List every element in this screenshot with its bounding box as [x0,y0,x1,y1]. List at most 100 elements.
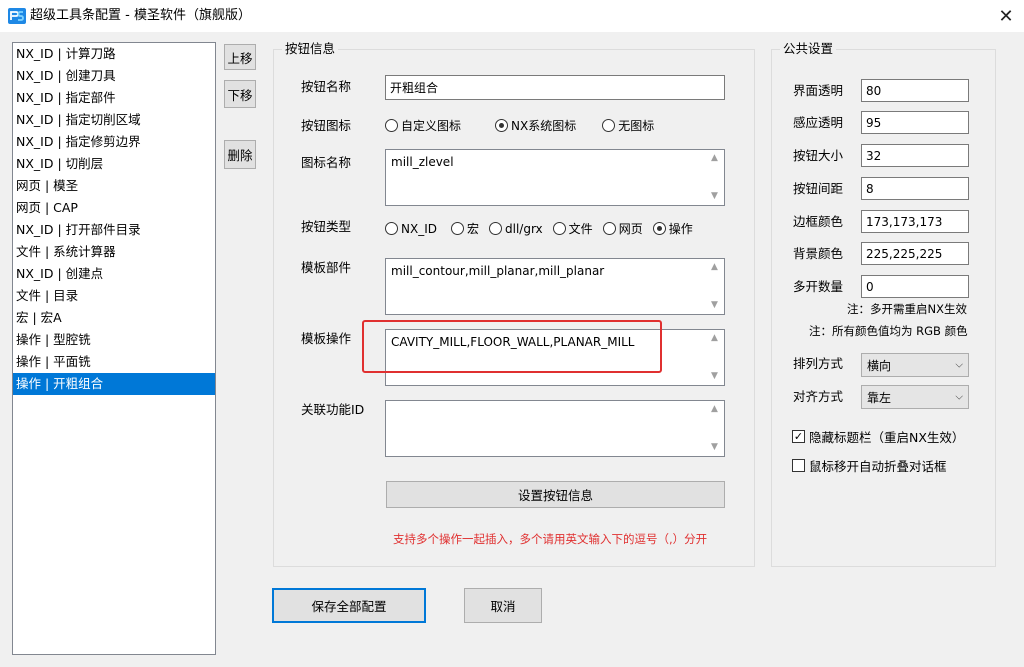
list-item[interactable]: 操作 | 开粗组合 [13,373,215,395]
close-window-button[interactable]: ✕ [988,0,1024,32]
template-op-scrollbar[interactable]: ▲ ▼ [707,330,724,385]
list-item[interactable]: NX_ID | 计算刀路 [13,43,215,65]
save-all-label: 保存全部配置 [311,599,387,614]
list-item[interactable]: NX_ID | 创建点 [13,263,215,285]
radio-option[interactable]: dll/grx [489,222,543,236]
move-down-button[interactable]: 下移 [224,80,256,108]
radio-unchecked-icon [602,222,616,235]
multi-open-note: 注：多开需重启NX生效 [847,302,967,316]
button-type-radio-group: NX_ID 宏 dll/grx 文件 网页 操作 [385,220,693,237]
set-button-info-label: 设置按钮信息 [517,488,593,503]
setting-label: 多开数量 [793,279,844,294]
list-item[interactable]: NX_ID | 指定切削区域 [13,109,215,131]
align-label: 对齐方式 [793,389,844,404]
chevron-down-icon: ⌵ [955,391,963,403]
setting-input[interactable]: 95 [861,111,969,134]
close-icon: ✕ [998,5,1014,27]
save-all-button[interactable]: 保存全部配置 [272,588,426,623]
radio-label: 文件 [568,222,593,236]
delete-label: 删除 [227,148,253,163]
list-item[interactable]: 文件 | 目录 [13,285,215,307]
scroll-down-icon: ▼ [711,300,718,310]
delete-button[interactable]: 删除 [224,140,256,169]
button-icon-label: 按钮图标 [301,118,352,133]
icon-name-label: 图标名称 [301,155,352,170]
radio-option[interactable]: 网页 [602,220,643,237]
list-item[interactable]: 网页 | CAP [13,197,215,219]
arrange-select[interactable]: 横向 ⌵ [861,353,969,377]
setting-input[interactable]: 8 [861,177,969,200]
radio-option[interactable]: 宏 [450,220,479,237]
checkbox-checked-icon: ✓ [792,430,805,443]
radio-unchecked-icon [450,222,464,235]
align-select[interactable]: 靠左 ⌵ [861,385,969,409]
radio-option[interactable]: NX_ID [385,222,437,236]
setting-input[interactable]: 32 [861,144,969,167]
list-item[interactable]: NX_ID | 打开部件目录 [13,219,215,241]
radio-option[interactable]: NX系统图标 [495,117,576,134]
radio-checked-icon [495,119,509,132]
button-list[interactable]: NX_ID | 计算刀路 NX_ID | 创建刀具 NX_ID | 指定部件 NX_I… [12,42,216,655]
radio-option[interactable]: 操作 [652,220,693,237]
rgb-color-note: 注：所有颜色值均为 RGB 颜色 [809,324,968,338]
related-id-label: 关联功能ID [301,402,365,417]
align-value: 靠左 [867,390,892,405]
scroll-down-icon: ▼ [711,442,718,452]
scroll-up-icon: ▲ [711,153,718,163]
chevron-down-icon: ⌵ [955,359,963,371]
setting-input[interactable]: 80 [861,79,969,102]
button-info-title: 按钮信息 [282,42,339,56]
setting-input[interactable]: 0 [861,275,969,298]
icon-name-textarea[interactable]: mill_zlevel ▲ ▼ [385,149,725,206]
radio-label: dll/grx [505,221,543,236]
move-up-button[interactable]: 上移 [224,44,256,70]
template-part-textarea[interactable]: mill_contour,mill_planar,mill_planar ▲ ▼ [385,258,725,315]
set-button-info-button[interactable]: 设置按钮信息 [386,481,725,508]
hint-text: 支持多个操作一起插入，多个请用英文输入下的逗号（,）分开 [393,532,708,546]
template-part-value: mill_contour,mill_planar,mill_planar [391,264,605,278]
hide-titlebar-checkbox[interactable]: ✓ 隐藏标题栏（重启NX生效） [792,427,964,446]
list-item[interactable]: 操作 | 平面铣 [13,351,215,373]
radio-option[interactable]: 文件 [552,220,593,237]
list-item[interactable]: 宏 | 宏A [13,307,215,329]
list-item[interactable]: 文件 | 系统计算器 [13,241,215,263]
radio-option[interactable]: 自定义图标 [385,117,461,134]
button-name-input[interactable]: 开粗组合 [385,75,725,100]
radio-label: 网页 [618,222,643,236]
arrange-label: 排列方式 [793,356,844,371]
setting-input[interactable]: 173,173,173 [861,210,969,233]
setting-label: 界面透明 [793,83,844,98]
setting-input[interactable]: 225,225,225 [861,242,969,265]
radio-option[interactable]: 无图标 [602,117,654,134]
radio-unchecked-icon [385,222,398,235]
list-item[interactable]: NX_ID | 指定部件 [13,87,215,109]
app-logo-icon [8,8,26,24]
list-item[interactable]: NX_ID | 创建刀具 [13,65,215,87]
cancel-label: 取消 [490,599,516,614]
scroll-down-icon: ▼ [711,371,718,381]
radio-label: 无图标 [618,119,655,133]
scroll-up-icon: ▲ [711,333,718,343]
move-down-label: 下移 [227,87,253,103]
scroll-up-icon: ▲ [711,404,718,414]
list-item[interactable]: 操作 | 型腔铣 [13,329,215,351]
icon-name-scrollbar[interactable]: ▲ ▼ [707,150,724,205]
cancel-button[interactable]: 取消 [464,588,542,623]
scroll-up-icon: ▲ [711,262,718,272]
list-item[interactable]: NX_ID | 切削层 [13,153,215,175]
radio-unchecked-icon [489,222,502,235]
related-id-textarea[interactable]: ▲ ▼ [385,400,725,457]
icon-type-radio-group: 自定义图标 NX系统图标 无图标 [385,117,654,134]
template-part-scrollbar[interactable]: ▲ ▼ [707,259,724,314]
scroll-down-icon: ▼ [711,191,718,201]
auto-fold-checkbox[interactable]: 鼠标移开自动折叠对话框 [792,456,947,475]
list-item[interactable]: NX_ID | 指定修剪边界 [13,131,215,153]
radio-label: 宏 [466,222,479,236]
setting-label: 按钮间距 [793,181,844,196]
setting-label: 按钮大小 [793,148,844,163]
list-item[interactable]: 网页 | 模圣 [13,175,215,197]
radio-checked-icon [652,222,666,235]
radio-label: NX系统图标 [511,119,577,133]
related-id-scrollbar[interactable]: ▲ ▼ [707,401,724,456]
template-op-label: 模板操作 [301,331,352,346]
